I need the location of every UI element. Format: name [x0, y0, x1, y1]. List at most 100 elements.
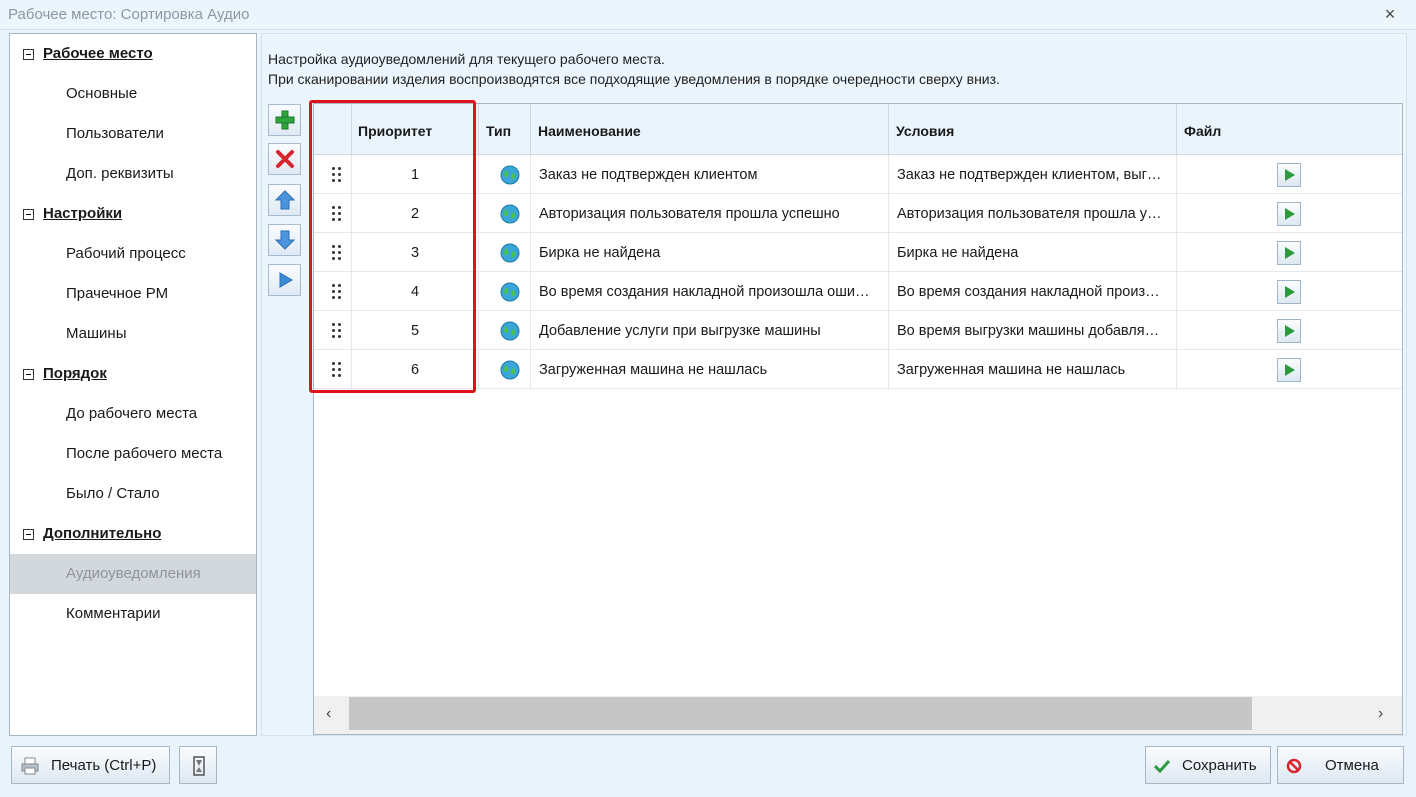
- notification-conditions: Во время создания накладной произ…: [897, 284, 1160, 300]
- type-cell[interactable]: [479, 155, 531, 194]
- notification-conditions: Авторизация пользователя прошла у…: [897, 206, 1162, 222]
- name-cell[interactable]: Загруженная машина не нашлась: [531, 350, 889, 389]
- print-button[interactable]: Печать (Ctrl+P): [11, 746, 170, 784]
- sidebar-group-label: Настройки: [43, 205, 123, 222]
- type-cell[interactable]: [479, 194, 531, 233]
- conditions-cell[interactable]: Авторизация пользователя прошла у…: [889, 194, 1177, 233]
- notification-conditions: Во время выгрузки машины добавля…: [897, 323, 1160, 339]
- sidebar-item-after[interactable]: После рабочего места: [10, 434, 256, 474]
- collapse-icon[interactable]: [23, 529, 34, 540]
- table-row[interactable]: 5 Добавление услуги при выгрузке машины …: [314, 311, 1402, 350]
- plus-icon: [275, 110, 295, 130]
- sidebar-nav: Рабочее место Основные Пользователи Доп.…: [9, 33, 257, 736]
- sidebar-group-order[interactable]: Порядок: [10, 354, 256, 394]
- sidebar-item-label: Пользователи: [66, 125, 164, 142]
- notification-name: Во время создания накладной произошла ош…: [539, 284, 870, 300]
- name-cell[interactable]: Бирка не найдена: [531, 233, 889, 272]
- sidebar-item-label: После рабочего места: [66, 445, 223, 462]
- play-file-button[interactable]: [1277, 163, 1301, 187]
- globe-icon: [500, 165, 520, 185]
- sidebar-group-settings[interactable]: Настройки: [10, 194, 256, 234]
- table-row[interactable]: 4 Во время создания накладной произошла …: [314, 272, 1402, 311]
- sidebar-item-label: Аудиоуведомления: [66, 565, 201, 582]
- scroll-right-icon[interactable]: ›: [1378, 705, 1383, 723]
- sidebar-item-label: Машины: [66, 325, 127, 342]
- sidebar-item-label: Комментарии: [66, 605, 161, 622]
- conditions-cell[interactable]: Бирка не найдена: [889, 233, 1177, 272]
- collapse-icon[interactable]: [23, 369, 34, 380]
- play-file-button[interactable]: [1277, 202, 1301, 226]
- notifications-grid: Приоритет Тип Наименование Условия Файл …: [313, 103, 1403, 735]
- file-cell: [1177, 233, 1402, 272]
- preview-button[interactable]: [179, 746, 217, 784]
- sidebar-item-extra-props[interactable]: Доп. реквизиты: [10, 154, 256, 194]
- globe-icon: [500, 243, 520, 263]
- play-file-button[interactable]: [1277, 319, 1301, 343]
- sidebar-item-label: До рабочего места: [66, 405, 198, 422]
- name-cell[interactable]: Авторизация пользователя прошла успешно: [531, 194, 889, 233]
- type-cell[interactable]: [479, 233, 531, 272]
- sidebar-group-additional[interactable]: Дополнительно: [10, 514, 256, 554]
- conditions-cell[interactable]: Загруженная машина не нашлась: [889, 350, 1177, 389]
- scrollbar-thumb[interactable]: [349, 697, 1252, 730]
- file-cell: [1177, 311, 1402, 350]
- description-line-2: При сканировании изделия воспроизводятся…: [268, 71, 1000, 87]
- sidebar-item-audio[interactable]: Аудиоуведомления: [10, 554, 256, 594]
- move-up-button[interactable]: [268, 184, 301, 216]
- sidebar-item-laundry[interactable]: Прачечное РМ: [10, 274, 256, 314]
- sidebar-item-machines[interactable]: Машины: [10, 314, 256, 354]
- globe-icon: [500, 204, 520, 224]
- scroll-left-icon[interactable]: ‹: [326, 705, 331, 723]
- play-file-button[interactable]: [1277, 280, 1301, 304]
- header-type[interactable]: Тип: [479, 104, 531, 155]
- sidebar-item-label: Доп. реквизиты: [66, 165, 174, 182]
- printer-icon: [21, 757, 39, 775]
- type-cell[interactable]: [479, 311, 531, 350]
- table-row[interactable]: 3 Бирка не найдена Бирка не найдена: [314, 233, 1402, 272]
- description-line-1: Настройка аудиоуведомлений для текущего …: [268, 51, 665, 67]
- play-icon: [279, 272, 293, 288]
- conditions-cell[interactable]: Во время создания накладной произ…: [889, 272, 1177, 311]
- play-button[interactable]: [268, 264, 301, 296]
- print-label: Печать (Ctrl+P): [51, 757, 157, 774]
- save-button[interactable]: Сохранить: [1145, 746, 1271, 784]
- play-file-button[interactable]: [1277, 358, 1301, 382]
- notification-conditions: Заказ не подтвержден клиентом, выг…: [897, 167, 1162, 183]
- notification-conditions: Загруженная машина не нашлась: [897, 362, 1126, 378]
- conditions-cell[interactable]: Во время выгрузки машины добавля…: [889, 311, 1177, 350]
- conditions-cell[interactable]: Заказ не подтвержден клиентом, выг…: [889, 155, 1177, 194]
- name-cell[interactable]: Во время создания накладной произошла ош…: [531, 272, 889, 311]
- sidebar-item-workflow[interactable]: Рабочий процесс: [10, 234, 256, 274]
- type-cell[interactable]: [479, 350, 531, 389]
- delete-button[interactable]: [268, 143, 301, 175]
- sidebar-item-was-became[interactable]: Было / Стало: [10, 474, 256, 514]
- header-name[interactable]: Наименование: [531, 104, 889, 155]
- sidebar-item-comments[interactable]: Комментарии: [10, 594, 256, 634]
- header-conditions[interactable]: Условия: [889, 104, 1177, 155]
- table-row[interactable]: 1 Заказ не подтвержден клиентом Заказ не…: [314, 155, 1402, 194]
- name-cell[interactable]: Добавление услуги при выгрузке машины: [531, 311, 889, 350]
- x-icon: [276, 150, 294, 168]
- notification-name: Заказ не подтвержден клиентом: [539, 167, 758, 183]
- table-row[interactable]: 6 Загруженная машина не нашлась Загружен…: [314, 350, 1402, 389]
- add-button[interactable]: [268, 104, 301, 136]
- close-icon[interactable]: ×: [1378, 2, 1402, 26]
- header-file[interactable]: Файл: [1177, 104, 1402, 155]
- move-down-button[interactable]: [268, 224, 301, 256]
- play-file-button[interactable]: [1277, 241, 1301, 265]
- name-cell[interactable]: Заказ не подтвержден клиентом: [531, 155, 889, 194]
- sidebar-item-main[interactable]: Основные: [10, 74, 256, 114]
- table-row[interactable]: 2 Авторизация пользователя прошла успешн…: [314, 194, 1402, 233]
- sidebar-item-users[interactable]: Пользователи: [10, 114, 256, 154]
- type-cell[interactable]: [479, 272, 531, 311]
- collapse-icon[interactable]: [23, 209, 34, 220]
- cancel-icon: [1286, 758, 1302, 774]
- sidebar-group-workplace[interactable]: Рабочее место: [10, 34, 256, 74]
- collapse-icon[interactable]: [23, 49, 34, 60]
- cancel-button[interactable]: Отмена: [1277, 746, 1404, 784]
- sidebar-item-before[interactable]: До рабочего места: [10, 394, 256, 434]
- horizontal-scrollbar[interactable]: ‹ ›: [314, 696, 1402, 734]
- notification-conditions: Бирка не найдена: [897, 245, 1019, 261]
- hourglass-icon: [193, 756, 205, 776]
- sidebar-group-label: Рабочее место: [43, 45, 153, 62]
